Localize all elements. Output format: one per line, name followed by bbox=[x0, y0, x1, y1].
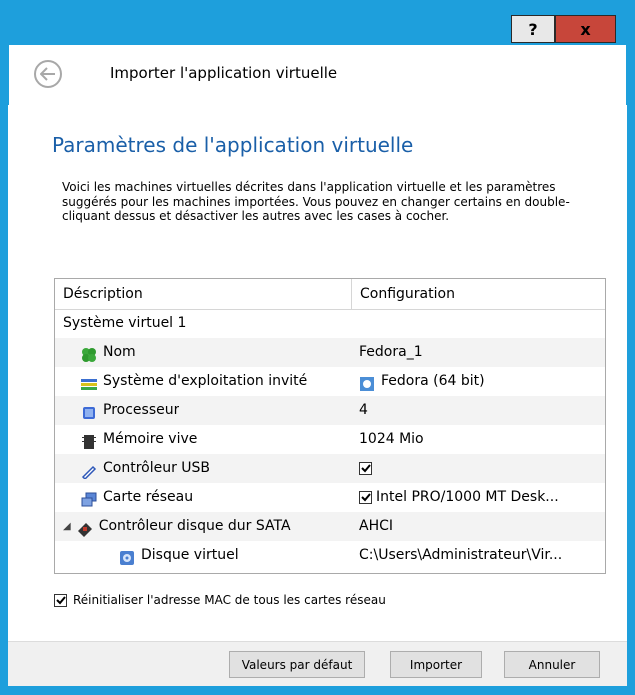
reset-mac-checkbox[interactable] bbox=[54, 593, 67, 607]
help-button[interactable]: ? bbox=[511, 15, 555, 43]
row-label: Processeur bbox=[103, 402, 180, 418]
group-label: Système virtuel 1 bbox=[63, 315, 187, 331]
network-icon bbox=[81, 490, 97, 506]
row-label: Carte réseau bbox=[103, 489, 194, 505]
back-arrow-icon[interactable] bbox=[34, 60, 62, 88]
row-value: AHCI bbox=[359, 518, 394, 534]
row-value: Fedora_1 bbox=[359, 344, 423, 360]
cancel-button[interactable]: Annuler bbox=[504, 651, 600, 678]
row-label: Nom bbox=[103, 344, 136, 360]
import-button[interactable]: Importer bbox=[390, 651, 482, 678]
row-label: Contrôleur disque dur SATA bbox=[98, 518, 291, 534]
usb-icon bbox=[81, 461, 97, 480]
cpu-icon bbox=[81, 403, 97, 419]
table-row-usb[interactable]: Contrôleur USB bbox=[55, 454, 605, 483]
disk-icon bbox=[119, 548, 135, 565]
wizard-title: Importer l'application virtuelle bbox=[110, 64, 338, 82]
appliance-settings-table[interactable]: Déscription Configuration Système virtue… bbox=[54, 278, 606, 574]
dialog-window: ? x Importer l'application virtuelle Par… bbox=[0, 0, 635, 695]
wizard-header: Importer l'application virtuelle bbox=[8, 45, 627, 105]
collapse-triangle-icon[interactable]: ◢ bbox=[63, 512, 71, 541]
page-title: Paramètres de l'application virtuelle bbox=[52, 133, 414, 157]
row-value: Fedora (64 bit) bbox=[381, 373, 485, 389]
row-value: C:\Users\Administrateur\Vir... bbox=[359, 547, 563, 563]
name-icon bbox=[81, 345, 97, 362]
table-row-sata-controller[interactable]: ◢ Contrôleur disque dur SATA AHCI bbox=[55, 512, 605, 541]
reset-mac-label[interactable]: Réinitialiser l'adresse MAC de tous les … bbox=[73, 593, 386, 607]
row-label: Mémoire vive bbox=[103, 431, 198, 447]
column-header-description[interactable]: Déscription bbox=[55, 279, 352, 309]
table-header: Déscription Configuration bbox=[55, 279, 605, 310]
table-row-memory[interactable]: Mémoire vive 1024 Mio bbox=[55, 425, 605, 454]
usb-checkbox[interactable] bbox=[359, 462, 372, 475]
table-row-guest-os[interactable]: Système d'exploitation invité Fedora (64… bbox=[55, 367, 605, 396]
wizard-content: Paramètres de l'application virtuelle Vo… bbox=[8, 105, 627, 641]
network-checkbox[interactable] bbox=[359, 491, 372, 504]
close-button[interactable]: x bbox=[555, 15, 616, 43]
default-values-button[interactable]: Valeurs par défaut bbox=[229, 651, 365, 678]
sata-icon bbox=[77, 519, 93, 537]
title-bar: ? x bbox=[0, 0, 635, 45]
row-label: Système d'exploitation invité bbox=[103, 373, 308, 389]
table-row-network[interactable]: Carte réseau Intel PRO/1000 MT Desk... bbox=[55, 483, 605, 512]
table-group-row[interactable]: Système virtuel 1 bbox=[55, 309, 605, 338]
row-label: Contrôleur USB bbox=[103, 460, 211, 476]
row-value: 1024 Mio bbox=[359, 431, 424, 447]
row-label: Disque virtuel bbox=[141, 547, 239, 563]
reset-mac-option[interactable]: Réinitialiser l'adresse MAC de tous les … bbox=[54, 593, 386, 607]
column-header-configuration[interactable]: Configuration bbox=[352, 279, 605, 309]
table-row-virtual-disk[interactable]: Disque virtuel C:\Users\Administrateur\V… bbox=[55, 541, 605, 570]
page-description: Voici les machines virtuelles décrites d… bbox=[62, 180, 570, 223]
fedora-icon bbox=[359, 374, 375, 391]
table-row-name[interactable]: Nom Fedora_1 bbox=[55, 338, 605, 367]
dialog-footer: Valeurs par défaut Importer Annuler bbox=[8, 641, 627, 686]
ram-icon bbox=[81, 432, 97, 449]
row-value: Intel PRO/1000 MT Desk... bbox=[376, 489, 559, 505]
os-icon bbox=[81, 374, 97, 390]
table-row-processor[interactable]: Processeur 4 bbox=[55, 396, 605, 425]
row-value: 4 bbox=[359, 402, 368, 418]
